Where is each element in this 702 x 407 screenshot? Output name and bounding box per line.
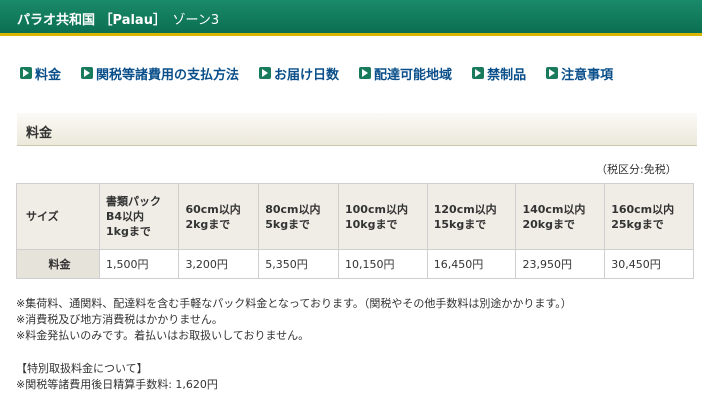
fee-notes: ※集荷料、通関料、配達料を含む手軽なパック料金となっております。（関税やその他手… (16, 296, 572, 344)
nav-link-label[interactable]: お届け日数 (274, 64, 339, 83)
fee-cell: 16,450円 (426, 249, 517, 279)
arrow-right-icon (81, 67, 94, 79)
page-header: パラオ共和国 ［Palau］ ゾーン3 (0, 0, 702, 36)
section-nav: 料金 関税等諸費用の支払方法 お届け日数 配達可能地域 禁制品 注意事項 (20, 64, 633, 83)
nav-link-label[interactable]: 関税等諸費用の支払方法 (96, 64, 239, 83)
nav-link-fee[interactable]: 料金 (20, 64, 61, 83)
special-handling: 【特別取扱料金について】 ※関税等諸費用後日精算手数料: 1,620円 (16, 361, 218, 393)
zone-label: ゾーン3 (172, 13, 220, 28)
size-row: サイズ 書類パック B4以内 1kgまで 60cm以内 2kgまで 80cm以内… (16, 183, 694, 250)
price-table: サイズ 書類パック B4以内 1kgまで 60cm以内 2kgまで 80cm以内… (16, 183, 694, 279)
note-line: ※消費税及び地方消費税はかかりません。 (16, 313, 223, 326)
arrow-right-icon (359, 67, 372, 79)
tax-category-note: （税区分:免税） (596, 163, 677, 176)
fee-cell: 5,350円 (258, 249, 339, 279)
size-cell: 60cm以内 2kgまで (178, 183, 260, 250)
fee-cell: 10,150円 (338, 249, 428, 279)
nav-link-label[interactable]: 料金 (35, 64, 61, 83)
note-line: ※料金発払いのみです。着払いはお取扱いしておりません。 (16, 329, 310, 342)
nav-link-label[interactable]: 禁制品 (487, 64, 526, 83)
fee-cell: 3,200円 (178, 249, 260, 279)
nav-link-duty-payment[interactable]: 関税等諸費用の支払方法 (81, 64, 239, 83)
note-line: ※集荷料、通関料、配達料を含む手軽なパック料金となっております。（関税やその他手… (16, 297, 572, 310)
size-cell: 120cm以内 15kgまで (426, 183, 517, 250)
arrow-right-icon (472, 67, 485, 79)
special-heading: 【特別取扱料金について】 (16, 362, 148, 375)
nav-link-delivery-days[interactable]: お届け日数 (259, 64, 339, 83)
fee-cell: 30,450円 (604, 249, 694, 279)
arrow-right-icon (546, 67, 559, 79)
fee-row-header: 料金 (16, 249, 100, 279)
nav-link-prohibited[interactable]: 禁制品 (472, 64, 526, 83)
size-cell: 書類パック B4以内 1kgまで (98, 183, 180, 250)
size-cell: 140cm以内 20kgまで (515, 183, 606, 250)
nav-link-delivery-area[interactable]: 配達可能地域 (359, 64, 452, 83)
nav-link-label[interactable]: 配達可能地域 (374, 64, 452, 83)
nav-link-label[interactable]: 注意事項 (561, 64, 613, 83)
size-cell: 80cm以内 5kgまで (258, 183, 339, 250)
arrow-right-icon (20, 67, 32, 79)
section-heading-fee: 料金 (17, 113, 697, 146)
arrow-right-icon (259, 67, 272, 79)
size-cell: 160cm以内 25kgまで (604, 183, 694, 250)
fee-row: 料金 1,500円 3,200円 5,350円 10,150円 16,450円 … (16, 249, 694, 279)
size-row-header: サイズ (16, 183, 100, 250)
page-title: パラオ共和国 ［Palau］ (17, 13, 166, 28)
fee-cell: 1,500円 (98, 249, 180, 279)
special-line: ※関税等諸費用後日精算手数料: 1,620円 (16, 378, 218, 391)
size-cell: 100cm以内 10kgまで (338, 183, 428, 250)
nav-link-notes[interactable]: 注意事項 (546, 64, 613, 83)
fee-cell: 23,950円 (515, 249, 606, 279)
